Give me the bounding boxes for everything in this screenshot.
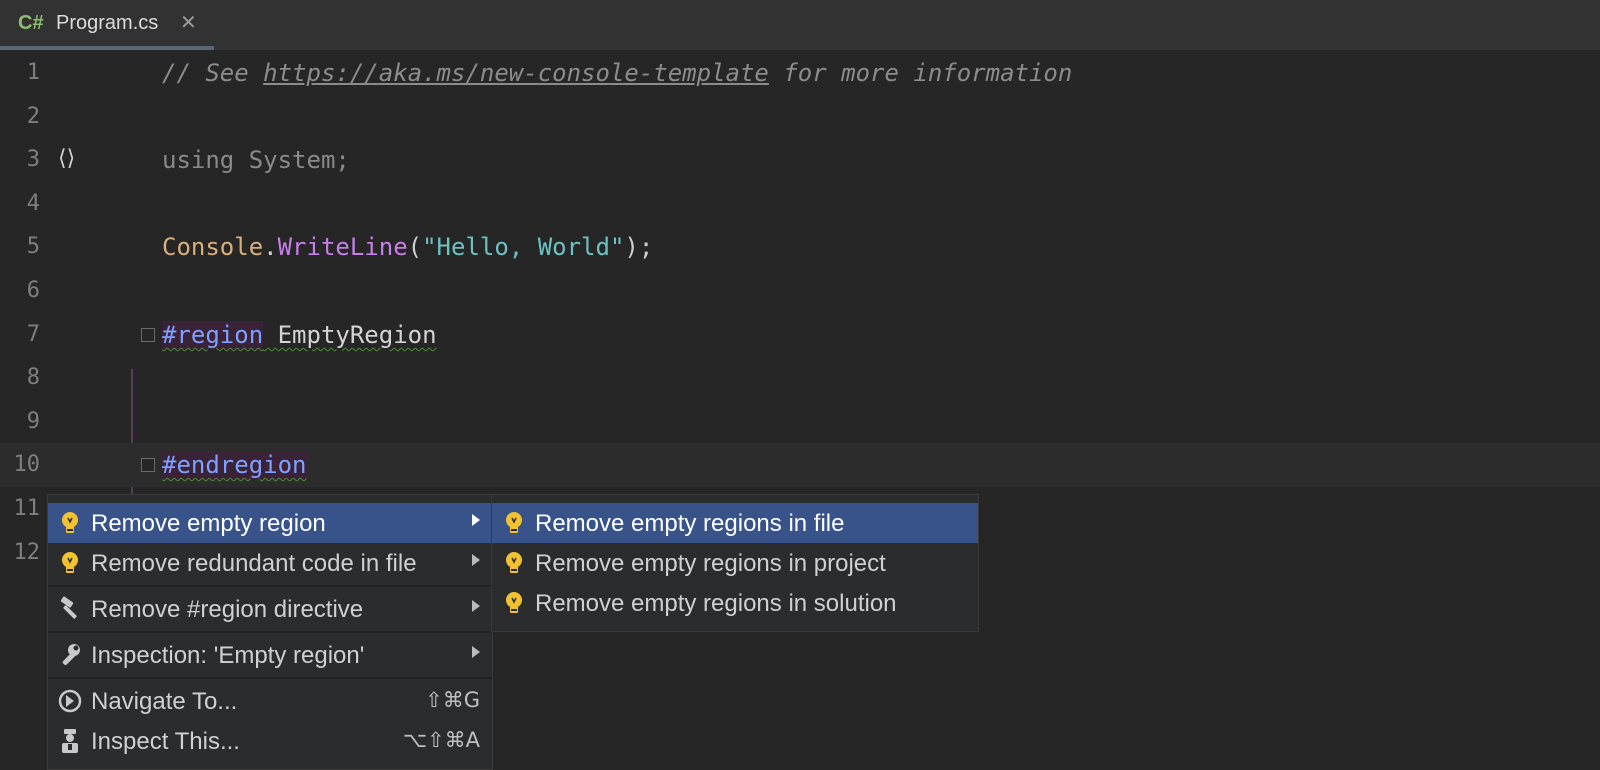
- submenu-arrow-icon: [472, 646, 480, 658]
- submenu-arrow-icon: [472, 514, 480, 526]
- submenu-arrow-icon: [472, 600, 480, 612]
- fold-toggle-icon[interactable]: [141, 458, 155, 472]
- code-line: 1 // See https://aka.ms/new-console-temp…: [0, 51, 1600, 95]
- code-text: #endregion: [162, 451, 307, 479]
- line-number: 3: [26, 147, 40, 172]
- line-number: 9: [26, 409, 40, 434]
- menu-item-label: Remove redundant code in file: [91, 550, 417, 577]
- code-line: 5 Console.WriteLine("Hello, World");: [0, 225, 1600, 269]
- code-text: Console.WriteLine("Hello, World");: [162, 233, 653, 261]
- string-literal: "Hello, World": [422, 233, 625, 261]
- menu-separator: [48, 677, 492, 679]
- menu-item-inspect-this[interactable]: Inspect This... ⌥⇧⌘A: [48, 721, 492, 761]
- line-number: 11: [13, 496, 41, 521]
- menu-item-label: Inspect This...: [91, 728, 240, 755]
- menu-item-label: Remove empty regions in file: [535, 510, 845, 537]
- preprocessor-directive: #endregion: [162, 451, 307, 479]
- punctuation: (: [407, 233, 423, 261]
- bulb-icon: [58, 550, 82, 576]
- comment: // See: [162, 59, 264, 87]
- wrench-icon: [58, 642, 82, 668]
- code-line: 4: [0, 182, 1600, 226]
- submenu-item-in-project[interactable]: Remove empty regions in project: [492, 543, 978, 583]
- active-tab-indicator: [0, 46, 214, 50]
- line-number: 6: [26, 278, 40, 303]
- code-line: 2: [0, 95, 1600, 139]
- submenu-remove-empty-regions: Remove empty regions in file Remove empt…: [491, 494, 979, 632]
- shortcut-label: ⌥⇧⌘A: [402, 728, 480, 752]
- comment: for more information: [768, 59, 1073, 87]
- submenu-arrow-icon: [472, 554, 480, 566]
- line-number: 1: [26, 60, 40, 85]
- tab-title: Program.cs: [56, 12, 159, 34]
- punctuation: );: [624, 233, 654, 261]
- code-text: // See https://aka.ms/new-console-templa…: [162, 59, 1072, 87]
- line-number: 4: [26, 191, 40, 216]
- menu-item-label: Remove empty region: [91, 510, 326, 537]
- menu-item-remove-region-directive[interactable]: Remove #region directive: [48, 589, 492, 629]
- menu-item-label: Remove #region directive: [91, 596, 364, 623]
- comment-link[interactable]: https://aka.ms/new-console-template: [263, 59, 769, 87]
- menu-item-remove-redundant-code[interactable]: Remove redundant code in file: [48, 543, 492, 583]
- bulb-icon: [502, 550, 526, 576]
- navigate-icon: [58, 688, 82, 714]
- tab-program-cs[interactable]: C# Program.cs ✕: [0, 0, 214, 50]
- bulb-icon: [58, 510, 82, 536]
- menu-item-inspection[interactable]: Inspection: 'Empty region': [48, 635, 492, 675]
- context-actions-menu: Remove empty region Remove redundant cod…: [47, 494, 493, 770]
- fold-toggle-icon[interactable]: [141, 328, 155, 342]
- submenu-item-in-solution[interactable]: Remove empty regions in solution: [492, 583, 978, 623]
- menu-separator: [48, 631, 492, 633]
- line-number: 12: [13, 540, 41, 565]
- method-name: WriteLine: [277, 233, 408, 261]
- preprocessor-directive: #region: [162, 321, 264, 349]
- code-text: #region EmptyRegion: [162, 321, 437, 349]
- region-name: EmptyRegion: [263, 321, 437, 349]
- bulb-icon: [502, 510, 526, 536]
- shortcut-label: ⇧⌘G: [425, 688, 480, 712]
- code-line: 7 #region EmptyRegion: [0, 313, 1600, 357]
- menu-separator: [48, 585, 492, 587]
- submenu-item-in-file[interactable]: Remove empty regions in file: [492, 503, 978, 543]
- bulb-icon: [502, 590, 526, 616]
- code-line: 9: [0, 400, 1600, 444]
- punctuation: .: [263, 233, 278, 261]
- menu-item-navigate-to[interactable]: Navigate To... ⇧⌘G: [48, 681, 492, 721]
- hammer-icon: [58, 596, 82, 622]
- class-name: Console: [162, 233, 264, 261]
- code-line: 8: [0, 356, 1600, 400]
- close-icon[interactable]: ✕: [180, 10, 197, 34]
- current-code-line: 10 #endregion: [0, 443, 1600, 487]
- line-number: 5: [26, 234, 40, 259]
- menu-item-label: Remove empty regions in project: [535, 550, 886, 577]
- code-line: 6: [0, 269, 1600, 313]
- line-number: 7: [26, 322, 40, 347]
- line-number: 2: [26, 104, 40, 129]
- inspector-icon: [58, 728, 82, 754]
- csharp-file-icon: C#: [18, 12, 44, 34]
- line-number: 10: [13, 452, 41, 477]
- menu-item-label: Remove empty regions in solution: [535, 590, 897, 617]
- menu-item-label: Inspection: 'Empty region': [91, 642, 365, 669]
- line-number: 8: [26, 365, 40, 390]
- code-text: using System;: [162, 146, 350, 174]
- editor-tab-bar: C# Program.cs ✕: [0, 0, 1600, 50]
- menu-item-label: Navigate To...: [91, 688, 238, 715]
- namespace-icon[interactable]: ⟨⟩: [58, 146, 75, 171]
- code-line: 3 ⟨⟩ using System;: [0, 138, 1600, 182]
- menu-item-remove-empty-region[interactable]: Remove empty region: [48, 503, 492, 543]
